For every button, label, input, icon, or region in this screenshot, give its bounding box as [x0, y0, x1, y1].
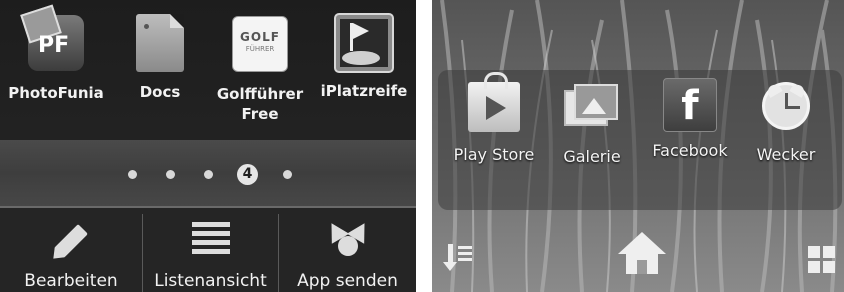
docs-icon [129, 14, 191, 76]
app-photofunia[interactable]: PF PhotoFunia [4, 12, 108, 103]
left-home-screen: PF PhotoFunia Docs GOLF FÜHRER Golfführe… [0, 0, 416, 292]
page-dot[interactable] [166, 170, 175, 179]
list-view-button[interactable]: Listenansicht [143, 208, 278, 292]
page-dot[interactable] [204, 170, 213, 179]
app-label: Docs [139, 83, 181, 101]
app-label: Play Store [453, 145, 535, 164]
pencil-icon [54, 224, 88, 258]
app-golffuehrer[interactable]: GOLF FÜHRER Golfführer Free [208, 12, 312, 124]
app-label: Golfführer Free [216, 85, 304, 123]
send-app-label: App senden [297, 271, 398, 291]
alarm-clock-icon [756, 82, 816, 142]
facebook-icon: f [660, 78, 720, 138]
app-docs[interactable]: Docs [108, 12, 212, 102]
app-label: Facebook [652, 141, 728, 160]
sort-icon[interactable] [443, 244, 478, 274]
list-view-icon [191, 222, 230, 258]
page-indicator[interactable]: 4 [0, 164, 416, 186]
current-page-dot[interactable]: 4 [237, 164, 258, 185]
page-dot[interactable] [283, 170, 292, 179]
edit-label: Bearbeiten [24, 271, 118, 291]
app-facebook[interactable]: f Facebook [642, 74, 738, 162]
play-store-icon [464, 72, 524, 142]
list-view-label: Listenansicht [154, 271, 267, 291]
share-app-icon [322, 218, 373, 264]
app-iplatzreife[interactable]: iPlatzreife [312, 12, 416, 101]
app-play-store[interactable]: Play Store [446, 72, 542, 166]
app-label: Wecker [756, 145, 816, 164]
gallery-icon [562, 84, 622, 144]
app-label: PhotoFunia [8, 84, 104, 102]
app-label: iPlatzreife [320, 82, 408, 100]
golf-flag-icon [333, 13, 395, 75]
bottom-action-bar: Bearbeiten Listenansicht App senden [0, 206, 416, 292]
edit-button[interactable]: Bearbeiten [0, 208, 142, 292]
page-dot[interactable] [128, 170, 137, 179]
app-grid-icon[interactable] [808, 246, 836, 274]
right-home-screen: Play Store Galerie f Facebook Wecker [432, 0, 844, 292]
app-wecker[interactable]: Wecker [738, 74, 834, 166]
home-icon[interactable] [618, 232, 666, 274]
app-label: Galerie [563, 147, 621, 166]
app-gallery[interactable]: Galerie [544, 74, 640, 168]
send-app-button[interactable]: App senden [279, 208, 416, 292]
golffuehrer-icon: GOLF FÜHRER [229, 16, 291, 78]
photofunia-icon: PF [25, 15, 87, 77]
